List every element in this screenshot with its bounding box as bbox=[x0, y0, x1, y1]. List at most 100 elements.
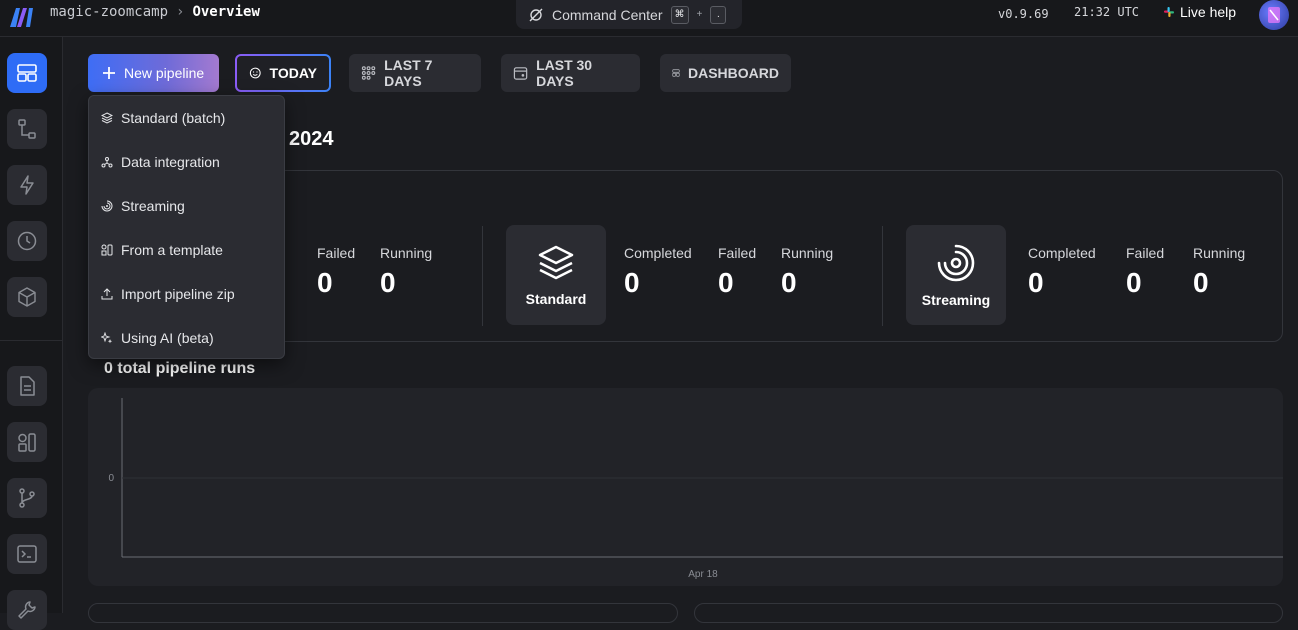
stat-label: Completed bbox=[624, 245, 692, 261]
y-tick-label: 0 bbox=[108, 473, 114, 484]
divider bbox=[482, 226, 483, 326]
dashboard-button[interactable]: DASHBOARD bbox=[660, 54, 791, 92]
menu-item-data-integration[interactable]: Data integration bbox=[89, 140, 286, 184]
sidebar-item-overview[interactable] bbox=[7, 53, 47, 93]
stat-group1-failed: Failed 0 bbox=[317, 245, 355, 299]
dashboard-icon bbox=[672, 69, 680, 77]
stat-group3-running: Running 0 bbox=[1193, 245, 1245, 299]
stat-group1-running: Running 0 bbox=[380, 245, 432, 299]
breadcrumb: magic-zoomcamp › Overview bbox=[50, 4, 260, 20]
sidebar-item-settings[interactable] bbox=[7, 590, 47, 630]
streaming-icon bbox=[101, 200, 113, 212]
new-pipeline-label: New pipeline bbox=[124, 65, 205, 81]
avatar[interactable] bbox=[1259, 0, 1289, 30]
stat-value: 0 bbox=[624, 267, 640, 298]
stat-value: 0 bbox=[718, 267, 734, 298]
menu-item-import-zip[interactable]: Import pipeline zip bbox=[89, 272, 286, 316]
slack-icon bbox=[1164, 7, 1174, 17]
menu-item-label: Streaming bbox=[121, 198, 185, 214]
last-7-days-label: LAST 7 DAYS bbox=[384, 57, 433, 89]
sidebar-item-pipelines[interactable] bbox=[7, 109, 47, 149]
clock-label: 21:32 UTC bbox=[1074, 5, 1140, 19]
stat-label: Failed bbox=[718, 245, 757, 261]
cube-icon bbox=[18, 287, 36, 307]
shortcut-key-period: . bbox=[710, 5, 727, 24]
menu-item-label: Import pipeline zip bbox=[121, 286, 235, 302]
menu-item-standard-batch[interactable]: Standard (batch) bbox=[89, 96, 286, 140]
stat-group2-failed: Failed 0 bbox=[718, 245, 756, 299]
sidebar-item-runs[interactable] bbox=[7, 221, 47, 261]
stat-group2-running: Running 0 bbox=[781, 245, 833, 299]
stat-label: Running bbox=[781, 245, 834, 261]
git-branch-icon bbox=[19, 488, 35, 508]
sidebar-item-files[interactable] bbox=[7, 366, 47, 406]
plus-icon bbox=[103, 67, 115, 79]
bottom-card-right bbox=[694, 603, 1283, 623]
rocket-icon bbox=[529, 8, 543, 21]
terminal-icon bbox=[17, 545, 37, 563]
x-tick-label: Apr 18 bbox=[688, 569, 718, 580]
stat-value: 0 bbox=[781, 267, 797, 298]
live-help-label: Live help bbox=[1180, 4, 1237, 20]
grid-dots-icon bbox=[361, 66, 376, 80]
page-title: Overview bbox=[192, 4, 260, 20]
stat-value: 0 bbox=[1193, 267, 1209, 298]
total-runs-heading: 0 total pipeline runs bbox=[104, 360, 256, 377]
stat-label: Failed bbox=[1126, 245, 1165, 261]
stat-group2-completed: Completed 0 bbox=[624, 245, 692, 299]
smiley-icon bbox=[249, 67, 261, 79]
menu-item-label: From a template bbox=[121, 242, 223, 258]
pipeline-runs-chart: 0 Apr 18 bbox=[88, 388, 1283, 586]
upload-icon bbox=[101, 288, 113, 300]
stat-label: Completed bbox=[1028, 245, 1096, 261]
shapes-icon bbox=[18, 433, 36, 452]
stat-label: Running bbox=[1193, 245, 1246, 261]
last-7-days-button[interactable]: LAST 7 DAYS bbox=[349, 54, 481, 92]
sidebar-item-terminal[interactable] bbox=[7, 534, 47, 574]
stat-value: 0 bbox=[1028, 267, 1044, 298]
sidebar-divider bbox=[0, 340, 62, 341]
sidebar-item-version-control[interactable] bbox=[7, 478, 47, 518]
date-heading: 2024 bbox=[289, 128, 334, 150]
stat-value: 0 bbox=[380, 267, 396, 298]
today-label: TODAY bbox=[269, 65, 317, 81]
live-help-link[interactable]: Live help bbox=[1163, 4, 1236, 20]
menu-item-streaming[interactable]: Streaming bbox=[89, 184, 286, 228]
lightning-icon bbox=[20, 175, 34, 195]
layers-icon bbox=[101, 112, 113, 124]
new-pipeline-button[interactable]: New pipeline bbox=[88, 54, 219, 92]
layout-icon bbox=[17, 64, 37, 82]
shortcut-key-cmd: ⌘ bbox=[670, 5, 689, 24]
clock-icon bbox=[17, 231, 37, 251]
sidebar bbox=[0, 37, 63, 630]
stat-label: Running bbox=[380, 245, 433, 261]
command-center-button[interactable]: Command Center ⌘ + . bbox=[516, 0, 742, 29]
tile-label: Streaming bbox=[921, 292, 991, 308]
standard-tile: Standard bbox=[506, 225, 606, 325]
template-icon bbox=[101, 244, 113, 256]
breadcrumb-project[interactable]: magic-zoomcamp bbox=[50, 4, 168, 20]
menu-item-from-template[interactable]: From a template bbox=[89, 228, 286, 272]
wrench-icon bbox=[18, 601, 36, 619]
sidebar-item-templates[interactable] bbox=[7, 422, 47, 462]
dashboard-label: DASHBOARD bbox=[688, 65, 779, 81]
document-icon bbox=[20, 376, 35, 396]
menu-item-using-ai[interactable]: Using AI (beta) bbox=[89, 316, 286, 360]
today-button[interactable]: TODAY bbox=[235, 54, 331, 92]
streaming-icon bbox=[937, 244, 975, 282]
sidebar-item-blocks[interactable] bbox=[7, 277, 47, 317]
bottom-card-left bbox=[88, 603, 678, 623]
menu-item-label: Standard (batch) bbox=[121, 110, 226, 126]
stat-group3-failed: Failed 0 bbox=[1126, 245, 1164, 299]
shortcut-plus: + bbox=[696, 9, 703, 20]
version-label: v0.9.69 bbox=[998, 7, 1049, 21]
integration-icon bbox=[101, 157, 113, 168]
stat-value: 0 bbox=[317, 267, 333, 298]
sidebar-item-triggers[interactable] bbox=[7, 165, 47, 205]
last-30-days-button[interactable]: LAST 30 DAYS bbox=[501, 54, 640, 92]
new-pipeline-menu: Standard (batch) Data integration Stream… bbox=[88, 95, 285, 359]
chevron-right-icon: › bbox=[176, 4, 185, 20]
divider bbox=[882, 226, 883, 326]
mage-logo-icon[interactable] bbox=[8, 5, 36, 29]
last-30-days-label: LAST 30 DAYS bbox=[536, 57, 593, 89]
